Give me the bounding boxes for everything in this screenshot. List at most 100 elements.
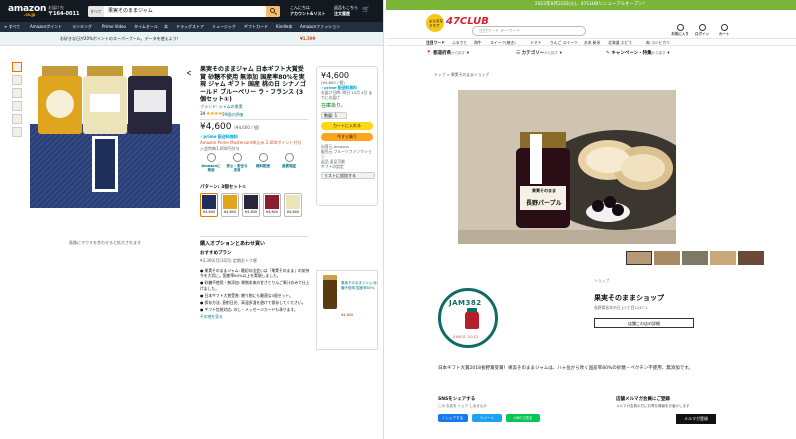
filter-campaign[interactable]: ✎ キャンペーン・特集から探す ▾ — [606, 50, 669, 56]
ad-product-title[interactable]: 果実そのままジャム 砂糖不使用 国産率80% — [341, 281, 377, 290]
deliver-to[interactable]: お届け先 〒164-0011 — [48, 5, 79, 17]
bullet-item: ● ギフト包装対応: のし・メッセージカードも承ります。 — [200, 307, 298, 313]
hero-thumbnails — [626, 251, 766, 265]
feature-ships-by-amazon: Amazonに発送 — [200, 153, 222, 172]
amazon-product-window: amazon .co.jp お届け先 〒164-0011 すべて 果実そのままジャム… — [0, 0, 384, 439]
nav-keyword[interactable]: りんご スイーツ — [550, 40, 578, 46]
thumbnail[interactable] — [12, 75, 22, 85]
nav-item[interactable]: Amazonポイント — [30, 24, 62, 30]
variant-option[interactable]: ¥4,600 — [263, 193, 281, 217]
gallery-thumb[interactable] — [654, 251, 680, 265]
orders-link[interactable]: 返品もこちら 注文履歴 — [334, 5, 358, 17]
see-more-link[interactable]: その他を見る — [200, 314, 310, 319]
search-filters: 📍 都道府県から探す ▾ ☰ カテゴリーから探す ▾ ✎ キャンペーン・特集から… — [426, 48, 726, 58]
variant-option[interactable]: ¥4,600 — [200, 193, 218, 217]
variant-option[interactable]: ¥4,600 — [284, 193, 302, 217]
buy-now-button[interactable]: 今すぐ買う — [321, 133, 373, 141]
thumbnail[interactable] — [12, 127, 22, 137]
banner-price: ¥1,599 — [300, 36, 316, 41]
gallery-thumb[interactable] — [738, 251, 764, 265]
nav-item[interactable]: ギフトカード — [244, 24, 268, 30]
favorites-button[interactable]: お気に入り — [670, 24, 690, 37]
nav-keyword[interactable]: 北海道 ぶどう — [608, 40, 632, 46]
product-main-image[interactable] — [30, 58, 180, 208]
nav-item[interactable]: ≡ すべて — [4, 24, 20, 30]
line-share-button[interactable]: LINEで送る — [506, 414, 540, 422]
nav-keyword[interactable]: ふるさと — [452, 40, 467, 46]
seller-link[interactable]: 販売元 フルーツファンクション — [321, 149, 373, 159]
shop-hero-image[interactable]: 果実そのまま 長野パープル — [458, 90, 676, 244]
variant-option[interactable]: ¥4,600 — [242, 193, 260, 217]
brand-link[interactable]: ブランド: シャムの果実 — [200, 104, 243, 110]
stock-status: 在庫あり。 — [321, 103, 346, 109]
facebook-share-button[interactable]: f シェアする — [438, 414, 468, 422]
image-thumbnails — [12, 62, 22, 140]
zoom-hint: 画像にマウスを合わせると拡大されます — [69, 240, 141, 245]
nav-item[interactable]: 本 — [164, 24, 168, 30]
nav-item[interactable]: Amazonファッション — [300, 24, 340, 30]
nav-keyword[interactable]: トマト — [530, 40, 541, 46]
variant-option[interactable]: ¥4,600 — [221, 193, 239, 217]
thumbnail[interactable] — [12, 88, 22, 98]
rating-count[interactable]: 59個の評価 — [222, 112, 243, 118]
nav-item[interactable]: ランキング — [72, 24, 92, 30]
shop-detail-button[interactable]: 店舗この店の詳細 — [594, 318, 694, 328]
filter-category[interactable]: ☰ カテゴリーから探す ▾ — [516, 50, 562, 56]
nav-keyword[interactable]: スイーツ(焼き) — [490, 40, 516, 46]
divider — [200, 236, 308, 237]
user-icon — [698, 24, 706, 31]
points-offer[interactable]: Amazon Prime Mastercard申込み 2,000ポイント付与 — [200, 140, 310, 145]
nav-item[interactable]: Kindle本 — [276, 24, 292, 30]
nav-item[interactable]: ミュージック — [212, 24, 236, 30]
shop-name: 果実そのままショップ — [594, 294, 664, 302]
quantity-select[interactable]: 数量: 1 — [321, 112, 347, 119]
gallery-thumb[interactable] — [682, 251, 708, 265]
shield-icon — [284, 153, 294, 162]
thumbnail[interactable] — [12, 101, 22, 111]
gift-option-checkbox[interactable]: ギフトの設定 — [321, 164, 373, 169]
cart-button[interactable]: 🛒 — [362, 6, 369, 13]
add-to-cart-button[interactable]: カートに入れる — [321, 122, 373, 130]
twitter-share-button[interactable]: ツイート — [472, 414, 502, 422]
plan-heading: おすすめプラン — [200, 251, 232, 256]
filter-prefecture[interactable]: 📍 都道府県から探す ▾ — [426, 50, 469, 56]
thumbnail[interactable] — [12, 62, 22, 72]
thumbnail[interactable] — [12, 114, 22, 124]
search-bar: すべて 果実そのままジャム — [88, 6, 280, 17]
nav-item[interactable]: タイムセール — [134, 24, 158, 30]
account-menu[interactable]: こんにちは アカウント&リスト — [290, 5, 326, 17]
variant-selector: ¥4,600 ¥4,600 ¥4,600 ¥4,600 ¥4,600 — [200, 193, 308, 217]
share-heading: SNSをシェアする — [438, 397, 476, 402]
nav-keyword[interactable]: お米 新米 — [584, 40, 600, 46]
pattern-label: パターン: 3個セット① — [200, 185, 247, 190]
cart-icon: 🛒 — [362, 6, 370, 13]
gallery-thumb[interactable] — [626, 251, 652, 265]
add-to-list-button[interactable]: リストに追加する — [321, 172, 375, 179]
share-icon[interactable] — [186, 70, 192, 76]
subscription-plan[interactable]: ¥3,360/月(10月) 定期おトク便 — [200, 258, 310, 263]
shop-address: 長野県松本市日上1丁目1247-1 — [594, 305, 648, 310]
nav-item[interactable]: Prime Video — [102, 24, 126, 29]
search-input[interactable]: 果実そのままジャム — [108, 6, 153, 17]
nav-keyword[interactable]: 肉 コシヒカリ — [646, 40, 670, 46]
delivery-info: お届け日時: 明日 10月 4日 までにお届け — [321, 90, 373, 100]
sponsored-ad[interactable]: 果実そのままジャム 砂糖不使用 国産率80% ¥4,600 — [316, 270, 378, 350]
breadcrumb[interactable]: トップ > 果実そのままショップ — [434, 72, 489, 78]
bullet-item: ● 保存方法: 直射日光、高温多湿を避けて保存してください。 — [200, 300, 306, 306]
nav-keyword[interactable]: 和牛 — [474, 40, 482, 46]
mailmag-register-button[interactable]: メルマガ登録 — [676, 414, 716, 424]
nav-item[interactable]: ドラッグストア — [176, 24, 204, 30]
promo-banner[interactable]: お好きな日が20%ポイントのスーパープール。データを使えよう！ ¥1,599 — [0, 32, 383, 46]
feature-quality: 品質保証 — [278, 153, 300, 168]
login-button[interactable]: ログイン — [692, 24, 712, 37]
search-category-select[interactable]: すべて — [88, 6, 104, 17]
jam-jar-icon — [465, 308, 479, 329]
search-button[interactable] — [266, 6, 280, 17]
search-input[interactable]: 注目ワード キーワード — [472, 26, 586, 36]
cart-button[interactable]: カート — [714, 24, 734, 37]
renewal-notice[interactable]: 2023年8月22日(火)、47CLUBリニューアルオープン！ — [386, 0, 796, 10]
points-offer-note: 入会特典1,000円付与 — [200, 146, 240, 151]
amazon-logo[interactable]: amazon .co.jp — [8, 4, 46, 17]
gallery-thumb[interactable] — [710, 251, 736, 265]
options-heading: 購入オプションとあわせ買い — [200, 241, 266, 247]
